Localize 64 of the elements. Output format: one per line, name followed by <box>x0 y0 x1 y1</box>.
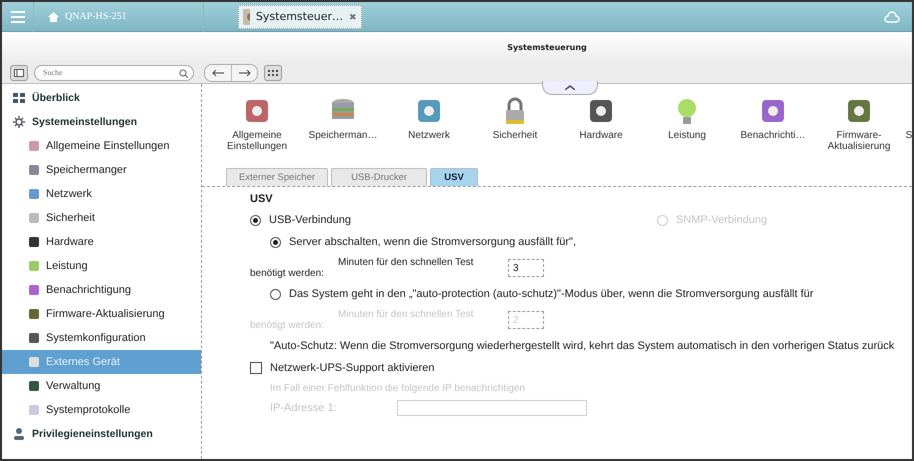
search-field[interactable]: Suche <box>34 64 194 80</box>
grid-icon <box>12 91 26 105</box>
ip-address-field[interactable] <box>396 400 587 416</box>
settings-shortcut[interactable]: Hardware <box>558 96 644 168</box>
checkbox[interactable] <box>250 362 262 374</box>
sidebar-item[interactable]: Firmware-Aktualisierung <box>2 302 201 326</box>
sidebar-item[interactable]: Allgemeine Einstellungen <box>2 134 201 158</box>
arrow-right-icon <box>238 70 250 76</box>
radio-button[interactable] <box>250 214 261 226</box>
settings-shortcut[interactable]: Sicherheit <box>472 96 558 168</box>
radio-button[interactable] <box>270 236 281 248</box>
sidebar-item[interactable]: Netzwerk <box>2 182 201 206</box>
window-title: Systemsteuerung <box>507 42 587 52</box>
sidebar-item[interactable]: Überblick <box>2 86 201 110</box>
sidebar-item[interactable]: Benachrichtigung <box>2 278 201 302</box>
sidebar-item[interactable]: Speichermanger <box>2 158 201 182</box>
settings-shortcut[interactable]: Speicherman… <box>300 96 386 168</box>
sidebar-item[interactable]: Systemeinstellungen <box>2 110 201 134</box>
sidebar-item[interactable]: Verwaltung <box>2 374 201 398</box>
settings-shortcut[interactable]: Benachrichti… <box>730 96 816 168</box>
settings-shortcut[interactable]: Firmware-Aktualisierung <box>816 96 902 168</box>
radio-button[interactable] <box>270 288 281 300</box>
tab[interactable]: USB-Drucker <box>331 168 428 186</box>
close-button[interactable]: ✖ <box>349 12 357 22</box>
tab[interactable]: Externer Speicher <box>226 168 328 186</box>
field-label: Minuten für den schnellen Test benötigt werden: <box>250 257 474 279</box>
sidebar-toggle-button[interactable] <box>10 64 28 80</box>
tab-title: Systemsteuer… <box>256 10 343 23</box>
collapse-button[interactable] <box>542 81 598 95</box>
settings-shortcut[interactable]: Allgemeine Einstellungen <box>214 96 300 168</box>
chevron-up-icon <box>565 85 575 90</box>
window-tab[interactable]: Systemsteuer… ✖ <box>238 4 362 28</box>
section-title: USV <box>250 192 274 207</box>
sidebar-item[interactable]: Sicherheit <box>2 206 201 230</box>
settings-shortcut[interactable]: Leistung <box>644 96 730 168</box>
sidebar-item[interactable]: Privilegieneinstellungen <box>2 422 201 446</box>
forward-button[interactable] <box>231 64 257 80</box>
sidebar-item[interactable]: Systemkonfiguration <box>2 326 201 350</box>
settings-shortcut[interactable]: S <box>902 96 912 168</box>
minutes-field[interactable]: 3 <box>508 259 544 277</box>
person-icon <box>12 427 26 441</box>
home-icon <box>48 12 59 22</box>
back-button[interactable] <box>205 64 231 80</box>
menu-icon <box>10 10 24 22</box>
option-label: SNMP-Verbindung <box>676 214 768 226</box>
note-text: "Auto-Schutz: Wenn die Stromversorgung wiederhergestellt wird, kehrt das System automatisch in den vorherigen Status zurück <box>270 340 894 352</box>
panel-icon <box>14 68 24 76</box>
hint-text: Im Fall einer Fehlfunktion die folgende IP benachrichtigen <box>270 382 525 394</box>
option-label: USB-Verbindung <box>269 214 351 226</box>
option-label: Server abschalten, wenn die Stromversorgung ausfällt für", <box>289 236 576 248</box>
search-icon <box>179 68 188 78</box>
option-label: Das System geht in den „"auto-protection (auto-schutz)"-Modus über, wenn die Stromversorgung ausfällt für <box>289 288 814 300</box>
arrow-left-icon <box>212 70 224 76</box>
sidebar-item[interactable]: Systemprotokolle <box>2 398 201 422</box>
grid-icon <box>268 70 278 76</box>
sidebar-item[interactable]: Leistung <box>2 254 201 278</box>
sidebar-item[interactable]: Hardware <box>2 230 201 254</box>
tab[interactable]: USV <box>430 168 478 186</box>
field-label: IP-Adresse 1: <box>270 402 337 414</box>
apps-button[interactable] <box>264 64 282 80</box>
checkbox-label: Netzwerk-UPS-Support aktivieren <box>270 362 434 374</box>
field-label: Minuten für den schnellen Test benötigt werden: <box>250 309 474 331</box>
settings-icon <box>12 115 26 129</box>
settings-shortcut[interactable]: Netzwerk <box>386 96 472 168</box>
